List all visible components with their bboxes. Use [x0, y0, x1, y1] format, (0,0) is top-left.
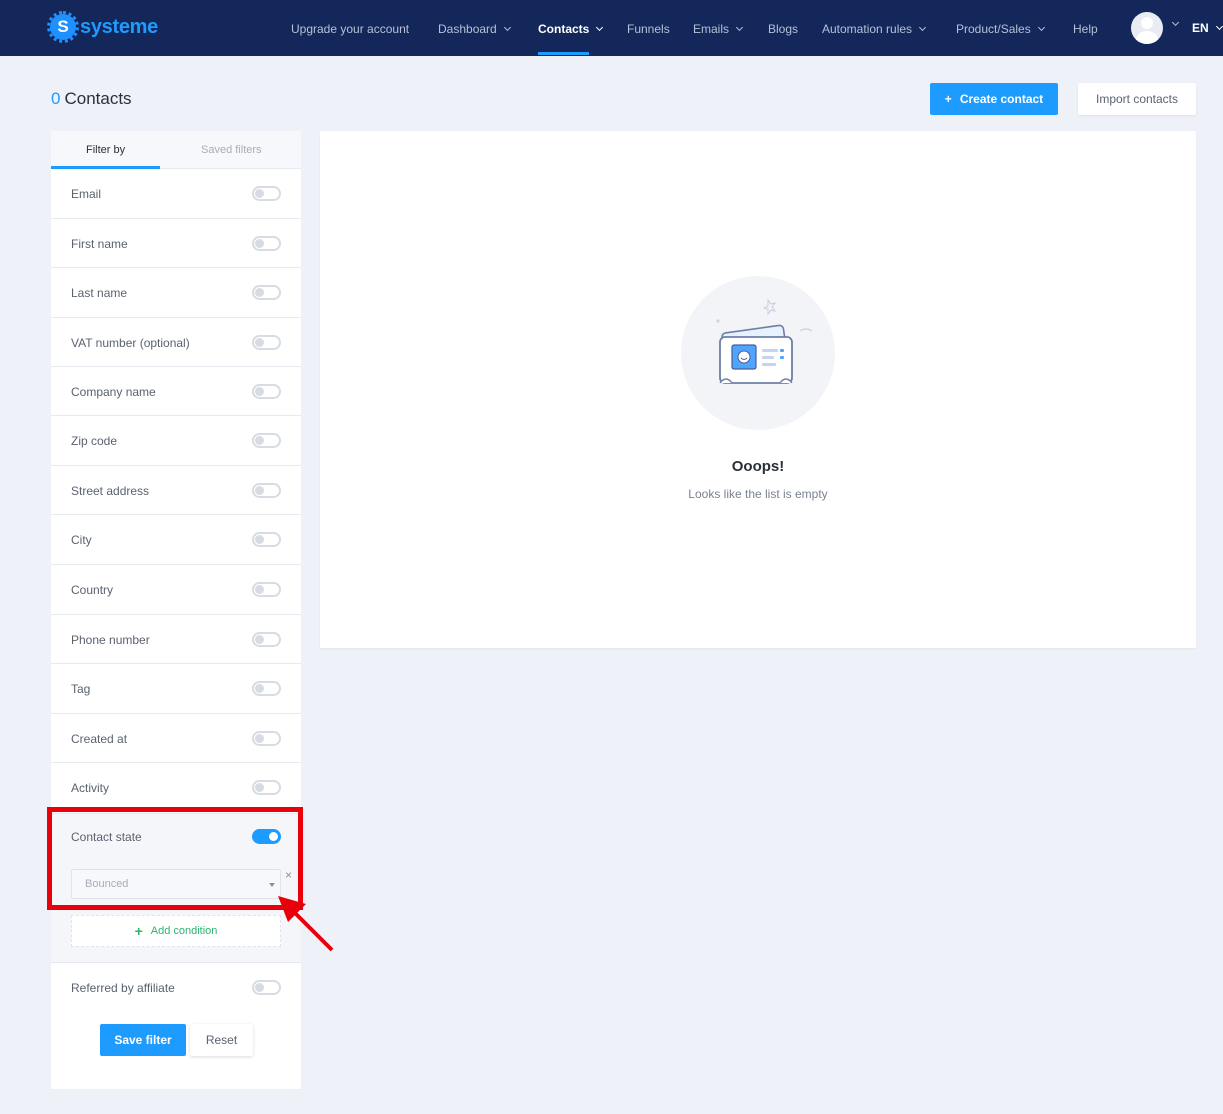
nav-label: Upgrade your account [291, 22, 410, 36]
filter-label: Email [71, 187, 102, 201]
empty-list-illustration [681, 276, 835, 430]
filter-row-referred-by-affiliate: Referred by affiliate [51, 963, 301, 1013]
save-filter-button[interactable]: Save filter [100, 1024, 186, 1056]
nav-contacts[interactable]: Contacts [538, 22, 604, 36]
plus-icon: + [134, 923, 143, 939]
page-title: 0 Contacts [51, 89, 132, 109]
plus-icon: + [944, 92, 952, 106]
filter-toggle-referred-by-affiliate[interactable] [252, 980, 281, 995]
filter-row-vat-number: VAT number (optional) [51, 318, 301, 367]
nav-help[interactable]: Help [1073, 22, 1098, 36]
filter-row-last-name: Last name [51, 268, 301, 318]
annotation-arrow-icon [278, 896, 334, 952]
filter-toggle-country[interactable] [252, 582, 281, 597]
empty-state-subtitle: Looks like the list is empty [688, 487, 828, 501]
highlight-box [47, 807, 303, 910]
filter-label: Zip code [71, 434, 118, 448]
nav-automation-rules[interactable]: Automation rules [822, 22, 927, 36]
filter-row-email: Email [51, 169, 301, 219]
filter-label: Company name [71, 385, 156, 399]
filter-label: Country [71, 583, 114, 597]
filter-toggle-zip-code[interactable] [252, 433, 281, 448]
nav-label: Dashboard [438, 22, 497, 36]
add-condition-button[interactable]: + Add condition [71, 915, 281, 947]
top-navbar: S systeme Upgrade your account Dashboard… [0, 0, 1223, 56]
language-selector[interactable]: EN [1192, 21, 1223, 35]
filter-label: Tag [71, 682, 91, 696]
filter-toggle-created-at[interactable] [252, 731, 281, 746]
filter-toggle-vat-number[interactable] [252, 335, 281, 350]
filter-row-zip-code: Zip code [51, 416, 301, 466]
create-contact-label: Create contact [959, 92, 1044, 106]
nav-product-sales[interactable]: Product/Sales [956, 22, 1045, 36]
language-label: EN [1192, 21, 1209, 35]
filter-row-first-name: First name [51, 219, 301, 268]
filter-row-street-address: Street address [51, 466, 301, 515]
filter-toggle-street-address[interactable] [252, 483, 281, 498]
nav-funnels[interactable]: Funnels [627, 22, 670, 36]
nav-label: Automation rules [822, 22, 913, 36]
filter-label: Referred by affiliate [71, 981, 175, 995]
contacts-list-panel: Ooops! Looks like the list is empty [320, 131, 1196, 648]
chevron-down-icon [735, 23, 744, 31]
chevron-down-icon [596, 23, 604, 31]
filter-tabs: Filter by Saved filters [51, 131, 301, 169]
nav-emails[interactable]: Emails [693, 22, 744, 36]
empty-state-title: Ooops! [731, 458, 785, 475]
filter-toggle-email[interactable] [252, 186, 281, 201]
filter-label: Phone number [71, 633, 150, 647]
import-contacts-button[interactable]: Import contacts [1078, 83, 1196, 115]
filter-toggle-city[interactable] [252, 532, 281, 547]
nav-upgrade-account[interactable]: Upgrade your account [291, 22, 409, 36]
tab-saved-filters[interactable]: Saved filters [201, 144, 262, 156]
create-contact-button[interactable]: + Create contact [930, 83, 1058, 115]
tab-filter-by[interactable]: Filter by [86, 144, 125, 156]
filter-toggle-phone-number[interactable] [252, 632, 281, 647]
filter-row-created-at: Created at [51, 714, 301, 763]
nav-label: Product/Sales [956, 22, 1031, 36]
filter-label: First name [71, 237, 128, 251]
nav-label: Blogs [768, 22, 799, 36]
chevron-down-icon [1215, 22, 1223, 30]
chevron-down-icon [1037, 23, 1045, 31]
filter-label: VAT number (optional) [71, 336, 190, 350]
user-avatar[interactable] [1131, 12, 1163, 44]
filter-toggle-tag[interactable] [252, 681, 281, 696]
filter-label: Created at [71, 732, 128, 746]
filter-toggle-last-name[interactable] [252, 285, 281, 300]
filter-label: City [71, 533, 92, 547]
nav-label: Emails [693, 22, 730, 36]
filter-label: Last name [71, 286, 128, 300]
filter-label: Activity [71, 781, 110, 795]
filter-row-company-name: Company name [51, 367, 301, 416]
contacts-count: 0 [51, 89, 61, 108]
chevron-down-icon [503, 23, 511, 31]
brand-name: systeme [80, 15, 158, 38]
active-nav-indicator [538, 52, 589, 55]
nav-dashboard[interactable]: Dashboard [438, 22, 511, 36]
filter-label: Street address [71, 484, 150, 498]
nav-label: Help [1073, 22, 1098, 36]
filter-row-phone-number: Phone number [51, 615, 301, 664]
filter-toggle-company-name[interactable] [252, 384, 281, 399]
add-condition-label: Add condition [150, 925, 218, 937]
chevron-down-icon[interactable] [1171, 18, 1180, 27]
nav-blogs[interactable]: Blogs [768, 22, 798, 36]
chevron-down-icon [919, 23, 927, 31]
brand-logo[interactable]: S systeme [47, 11, 158, 43]
nav-label: Funnels [627, 22, 670, 36]
filter-sidebar: Filter by Saved filters Email First name… [51, 131, 301, 1089]
filter-toggle-first-name[interactable] [252, 236, 281, 251]
filter-row-country: Country [51, 565, 301, 615]
reset-button[interactable]: Reset [190, 1024, 253, 1056]
nav-label: Contacts [538, 22, 590, 36]
filter-row-city: City [51, 515, 301, 565]
filter-row-tag: Tag [51, 664, 301, 714]
logo-icon: S [47, 11, 79, 43]
filter-toggle-activity[interactable] [252, 780, 281, 795]
page-title-text: Contacts [64, 89, 132, 108]
